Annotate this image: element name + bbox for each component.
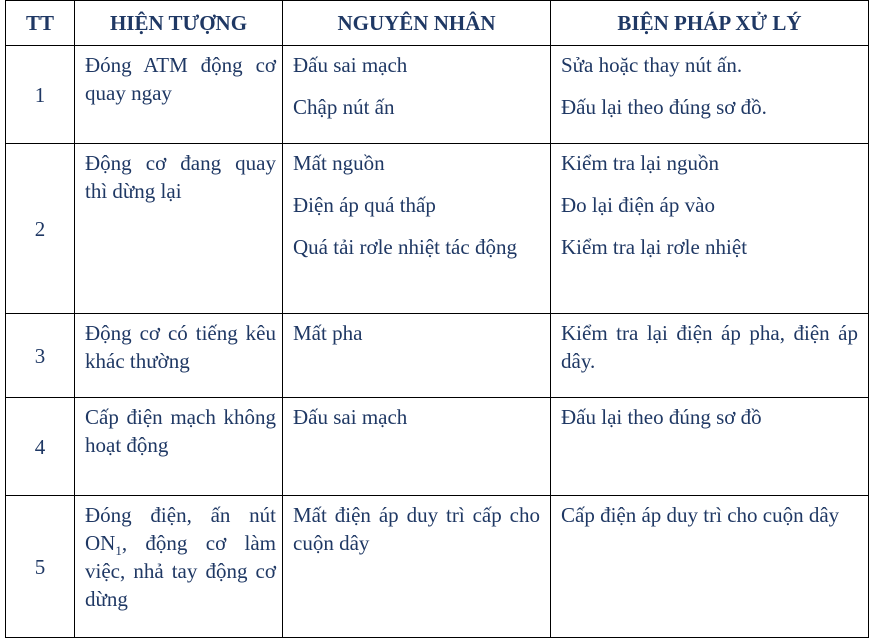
cause-item: Mất điện áp duy trì cấp cho cuộn dây: [293, 503, 540, 555]
remedy-item: Đo lại điện áp vào: [561, 193, 715, 217]
header-tt: TT: [5, 0, 75, 46]
cause-cell: Mất nguồn Điện áp quá thấp Quá tải rơle …: [282, 143, 551, 314]
cause-item: Mất nguồn: [293, 151, 385, 175]
cause-item: Chập nút ấn: [293, 95, 395, 119]
row-number: 5: [5, 495, 75, 638]
cause-cell: Mất pha: [282, 313, 551, 398]
header-row: TT HIỆN TƯỢNG NGUYÊN NHÂN BIỆN PHÁP XỬ L…: [5, 0, 869, 46]
symptom-text: Đóng ATM động cơ quay ngay: [85, 53, 276, 105]
row-number: 2: [5, 143, 75, 314]
symptom-cell: Đóng điện, ấn nút ON1, động cơ làm việc,…: [74, 495, 283, 638]
remedy-cell: Đấu lại theo đúng sơ đồ: [550, 397, 869, 496]
remedy-item: Cấp điện áp duy trì cho cuộn dây: [561, 503, 840, 527]
symptom-cell: Động cơ có tiếng kêu khác thường: [74, 313, 283, 398]
row-number: 4: [5, 397, 75, 496]
remedy-cell: Kiểm tra lại nguồn Đo lại điện áp vào Ki…: [550, 143, 869, 314]
symptom-text: Đóng điện, ấn nút ON1, động cơ làm việc,…: [85, 503, 276, 611]
remedy-cell: Sửa hoặc thay nút ấn. Đấu lại theo đúng …: [550, 45, 869, 144]
cause-cell: Đấu sai mạch Chập nút ấn: [282, 45, 551, 144]
cause-item: Quá tải rơle nhiệt tác động: [293, 235, 517, 259]
symptom-cell: Cấp điện mạch không hoạt động: [74, 397, 283, 496]
remedy-item: Sửa hoặc thay nút ấn.: [561, 53, 743, 77]
remedy-item: Kiểm tra lại điện áp pha, điện áp dây.: [561, 321, 858, 373]
table-row: 2 Động cơ đang quay thì dừng lại Mất ngu…: [5, 143, 869, 314]
header-symptom: HIỆN TƯỢNG: [74, 0, 283, 46]
row-number: 1: [5, 45, 75, 144]
symptom-cell: Động cơ đang quay thì dừng lại: [74, 143, 283, 314]
remedy-cell: Kiểm tra lại điện áp pha, điện áp dây.: [550, 313, 869, 398]
remedy-item: Đấu lại theo đúng sơ đồ: [561, 405, 762, 429]
cause-item: Đấu sai mạch: [293, 405, 408, 429]
remedy-item: Đấu lại theo đúng sơ đồ.: [561, 95, 767, 119]
symptom-text: Động cơ đang quay thì dừng lại: [85, 151, 276, 203]
row-number: 3: [5, 313, 75, 398]
remedy-cell: Cấp điện áp duy trì cho cuộn dây: [550, 495, 869, 638]
header-remedy: BIỆN PHÁP XỬ LÝ: [550, 0, 869, 46]
table-row: 5 Đóng điện, ấn nút ON1, động cơ làm việ…: [5, 495, 869, 638]
symptom-cell: Đóng ATM động cơ quay ngay: [74, 45, 283, 144]
cause-item: Điện áp quá thấp: [293, 193, 436, 217]
table-row: 1 Đóng ATM động cơ quay ngay Đấu sai mạc…: [5, 45, 869, 144]
table-row: 3 Động cơ có tiếng kêu khác thường Mất p…: [5, 313, 869, 398]
cause-cell: Đấu sai mạch: [282, 397, 551, 496]
header-cause: NGUYÊN NHÂN: [282, 0, 551, 46]
remedy-item: Kiểm tra lại nguồn: [561, 151, 720, 175]
remedy-item: Kiểm tra lại rơle nhiệt: [561, 235, 748, 259]
fault-troubleshooting-table: TT HIỆN TƯỢNG NGUYÊN NHÂN BIỆN PHÁP XỬ L…: [5, 0, 869, 638]
symptom-text: Cấp điện mạch không hoạt động: [85, 405, 276, 457]
cause-cell: Mất điện áp duy trì cấp cho cuộn dây: [282, 495, 551, 638]
cause-item: Mất pha: [293, 321, 363, 345]
symptom-text: Động cơ có tiếng kêu khác thường: [85, 321, 276, 373]
cause-item: Đấu sai mạch: [293, 53, 408, 77]
table-row: 4 Cấp điện mạch không hoạt động Đấu sai …: [5, 397, 869, 496]
